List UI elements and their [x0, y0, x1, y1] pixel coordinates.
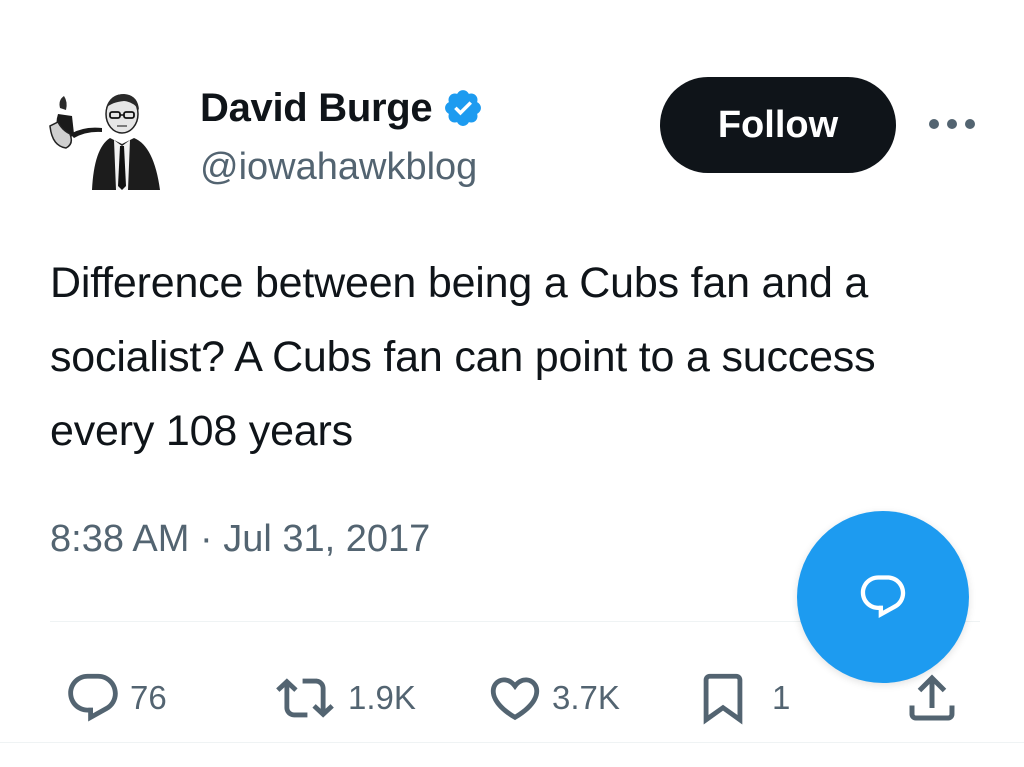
compose-reply-icon	[860, 575, 906, 619]
tweet-timestamp[interactable]: 8:38 AM · Jul 31, 2017	[50, 518, 430, 561]
bottom-divider	[0, 742, 1024, 743]
author-handle[interactable]: @iowahawkblog	[200, 146, 477, 189]
author-name[interactable]: David Burge	[200, 86, 433, 131]
heart-icon	[490, 677, 540, 721]
follow-button[interactable]: Follow	[660, 77, 896, 173]
author-name-row[interactable]: David Burge	[200, 84, 484, 132]
tweet-text: Difference between being a Cubs fan and …	[50, 259, 876, 455]
like-count: 3.7K	[552, 679, 620, 716]
tweet-card: David Burge @iowahawkblog Follow Differe…	[0, 0, 1024, 767]
floating-reply-button[interactable]	[797, 511, 969, 683]
verified-badge-icon[interactable]	[442, 87, 484, 129]
reply-icon	[68, 673, 118, 722]
reply-count: 76	[130, 679, 167, 716]
retweet-icon	[276, 678, 334, 718]
reply-button[interactable]: 76	[64, 668, 167, 728]
bookmark-icon	[703, 673, 743, 725]
more-options-button[interactable]	[924, 104, 980, 144]
avatar-image	[49, 94, 160, 190]
avatar[interactable]	[44, 86, 170, 190]
retweet-count: 1.9K	[348, 679, 416, 716]
more-horizontal-icon	[929, 119, 975, 129]
bookmark-count: 1	[772, 679, 791, 716]
bookmark-button[interactable]: 1	[694, 668, 790, 728]
like-button[interactable]: 3.7K	[486, 668, 620, 728]
retweet-button[interactable]: 1.9K	[270, 668, 416, 728]
